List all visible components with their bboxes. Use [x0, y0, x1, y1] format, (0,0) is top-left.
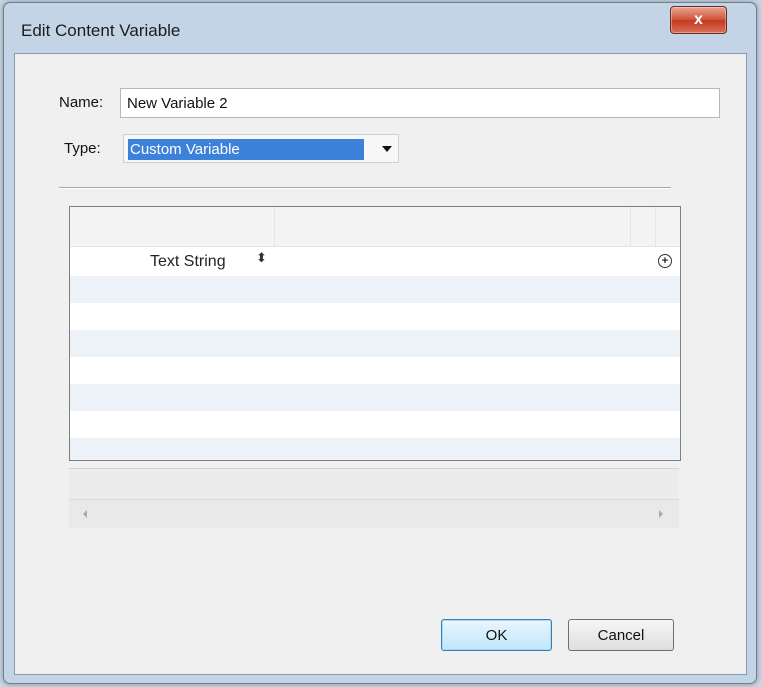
- row-type-label: Text String: [150, 253, 226, 270]
- name-input[interactable]: [120, 88, 720, 118]
- table-row[interactable]: [70, 357, 680, 384]
- chevron-down-icon[interactable]: [382, 146, 392, 152]
- table-row[interactable]: Text String ⬍ +: [70, 247, 680, 276]
- sort-arrows-icon[interactable]: ⬍: [256, 250, 267, 266]
- dialog-body: Name: Type: Custom Variable Text String …: [14, 53, 747, 675]
- cancel-button[interactable]: Cancel: [568, 619, 674, 651]
- scroll-left-icon[interactable]: [83, 510, 87, 518]
- type-label: Type:: [64, 140, 101, 157]
- table-row[interactable]: [70, 384, 680, 411]
- name-label: Name:: [59, 94, 104, 111]
- table-row[interactable]: [70, 330, 680, 357]
- table-row[interactable]: [70, 438, 680, 460]
- scroll-right-icon[interactable]: [659, 510, 663, 518]
- grid-header-cell: [70, 207, 275, 246]
- separator: [59, 187, 671, 189]
- dialog-title: Edit Content Variable: [21, 21, 181, 40]
- horizontal-scrollbar[interactable]: [69, 468, 679, 528]
- table-row[interactable]: [70, 276, 680, 303]
- dialog-window: Edit Content Variable x Name: Type: Cust…: [3, 2, 757, 684]
- variable-grid: Text String ⬍ +: [69, 206, 681, 461]
- grid-header-cell: [275, 207, 631, 246]
- grid-header-cell: [631, 207, 656, 246]
- scrollbar-track[interactable]: [69, 499, 679, 528]
- table-row[interactable]: [70, 303, 680, 330]
- grid-header: [70, 207, 680, 247]
- type-selected-value: Custom Variable: [128, 139, 364, 160]
- table-row[interactable]: [70, 411, 680, 438]
- ok-button[interactable]: OK: [441, 619, 552, 651]
- close-icon: x: [694, 11, 703, 28]
- close-button[interactable]: x: [670, 6, 727, 34]
- type-dropdown[interactable]: Custom Variable: [123, 134, 399, 163]
- add-circle-icon[interactable]: +: [658, 254, 672, 268]
